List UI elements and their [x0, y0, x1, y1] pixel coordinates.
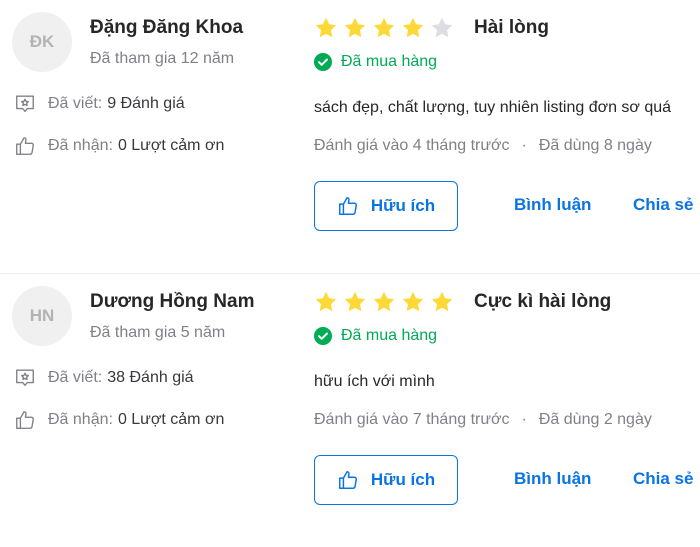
star-filled-icon [344, 17, 366, 38]
helpful-button[interactable]: Hữu ích [314, 455, 458, 505]
thanks-received-stat: Đã nhận: 0 Lượt cảm ơn [14, 409, 224, 431]
thanks-received-value: 0 Lượt cảm ơn [117, 411, 225, 428]
star-filled-icon [315, 17, 337, 38]
star-filled-icon [402, 17, 424, 38]
review-content: hữu ích với mình [314, 373, 435, 390]
purchased-badge: Đã mua hàng [314, 327, 437, 345]
reviews-written-value: 38 Đánh giá [107, 369, 194, 386]
meta-separator: · [521, 137, 527, 154]
reviews-written-label: Đã viết: [48, 369, 103, 386]
rating-text: Cực kì hài lòng [474, 291, 612, 312]
purchased-label: Đã mua hàng [341, 327, 438, 344]
star-rating [314, 290, 459, 314]
star-filled-icon [344, 291, 366, 312]
usage-duration: Đã dùng 8 ngày [538, 137, 652, 154]
review-count-icon [16, 95, 34, 113]
review-item: HN Dương Hồng Nam Đã tham gia 5 năm Đã v… [0, 273, 700, 547]
helpful-button[interactable]: Hữu ích [314, 181, 458, 231]
thumbs-up-icon [16, 137, 34, 155]
reviewer-name: Đặng Đăng Khoa [90, 17, 244, 38]
avatar: ĐK [12, 12, 72, 72]
reviews-written-label: Đã viết: [48, 95, 103, 112]
star-filled-icon [373, 17, 395, 38]
purchased-badge: Đã mua hàng [314, 53, 437, 71]
check-circle-icon [314, 327, 332, 345]
thanks-received-label: Đã nhận: [48, 411, 113, 428]
usage-duration: Đã dùng 2 ngày [538, 411, 652, 428]
helpful-label: Hữu ích [370, 470, 436, 489]
star-filled-icon [315, 291, 337, 312]
review-date: Đánh giá vào 7 tháng trước [314, 411, 510, 428]
helpful-label: Hữu ích [370, 196, 436, 215]
star-filled-icon [402, 291, 424, 312]
thumbs-up-icon [338, 471, 357, 489]
review-content: sách đẹp, chất lượng, tuy nhiên listing … [314, 99, 672, 116]
share-button[interactable]: Chia sẻ [633, 469, 693, 489]
thanks-received-label: Đã nhận: [48, 137, 113, 154]
check-circle-icon [314, 53, 332, 71]
reviews-written-stat: Đã viết: 9 Đánh giá [14, 93, 185, 115]
thumbs-up-icon [338, 197, 357, 215]
thumbs-up-icon [16, 411, 34, 429]
reviewer-name: Dương Hồng Nam [90, 291, 255, 312]
rating-text: Hài lòng [474, 17, 549, 38]
star-filled-icon [373, 291, 395, 312]
share-button[interactable]: Chia sẻ [633, 195, 693, 215]
comment-button[interactable]: Bình luận [514, 195, 591, 215]
reviews-written-stat: Đã viết: 38 Đánh giá [14, 367, 194, 389]
joined-duration: Đã tham gia 5 năm [90, 324, 226, 341]
review-meta: Đánh giá vào 4 tháng trước · Đã dùng 8 n… [314, 137, 652, 155]
purchased-label: Đã mua hàng [341, 53, 438, 70]
comment-button[interactable]: Bình luận [514, 469, 591, 489]
avatar: HN [12, 286, 72, 346]
reviews-written-value: 9 Đánh giá [107, 95, 185, 112]
thanks-received-stat: Đã nhận: 0 Lượt cảm ơn [14, 135, 224, 157]
star-filled-icon [431, 291, 453, 312]
joined-duration: Đã tham gia 12 năm [90, 50, 235, 67]
star-rating [314, 16, 459, 40]
meta-separator: · [521, 411, 527, 428]
review-item: ĐK Đặng Đăng Khoa Đã tham gia 12 năm Đã … [0, 0, 700, 273]
review-count-icon [16, 369, 34, 387]
review-meta: Đánh giá vào 7 tháng trước · Đã dùng 2 n… [314, 411, 652, 429]
star-empty-icon [431, 17, 453, 38]
thanks-received-value: 0 Lượt cảm ơn [117, 137, 225, 154]
review-date: Đánh giá vào 4 tháng trước [314, 137, 510, 154]
